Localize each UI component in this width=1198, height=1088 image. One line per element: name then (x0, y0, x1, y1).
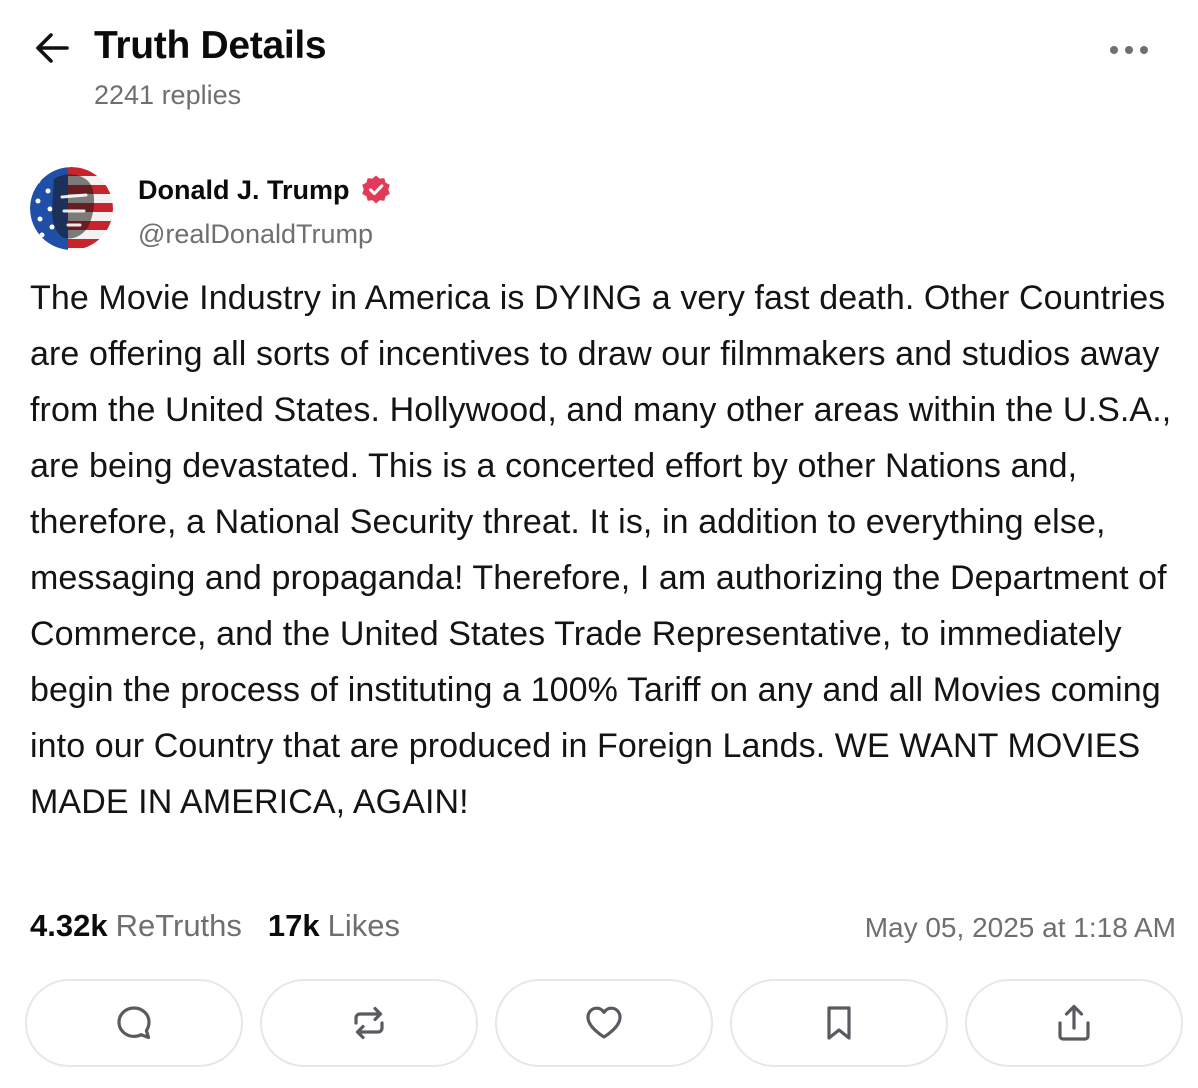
author-name: Donald J. Trump (138, 175, 350, 205)
verified-badge-icon (361, 175, 390, 204)
share-button[interactable] (965, 979, 1183, 1067)
post-text: The Movie Industry in America is DYING a… (30, 279, 1172, 821)
retruths-count: 4.32k (30, 908, 108, 943)
arrow-left-icon (36, 33, 69, 63)
more-options-button[interactable] (1104, 32, 1154, 68)
back-button[interactable] (30, 26, 74, 70)
reply-count: 2241 replies (94, 80, 242, 110)
reply-button[interactable] (25, 979, 243, 1067)
avatar-flag-portrait-image (30, 167, 113, 250)
header: Truth Details 2241 replies (0, 0, 1198, 130)
like-button[interactable] (495, 979, 713, 1067)
post-stats: 4.32k ReTruths 17k Likes (30, 906, 400, 946)
retruth-button[interactable] (260, 979, 478, 1067)
post-timestamp: May 05, 2025 at 1:18 AM (864, 912, 1176, 943)
author-handle[interactable]: @realDonaldTrump (138, 217, 373, 251)
bookmark-button[interactable] (730, 979, 948, 1067)
page-title: Truth Details (94, 24, 327, 67)
author-name-row[interactable]: Donald J. Trump (138, 173, 392, 207)
more-horizontal-icon (1110, 46, 1148, 54)
heart-icon (586, 1006, 622, 1039)
share-icon (1058, 1004, 1090, 1041)
retruths-stat[interactable]: 4.32k ReTruths (30, 906, 242, 946)
reply-icon (117, 1006, 151, 1040)
retruths-label: ReTruths (115, 908, 242, 943)
likes-label: Likes (327, 908, 401, 943)
retruth-icon (354, 1006, 384, 1040)
likes-stat[interactable]: 17k Likes (268, 906, 400, 946)
bookmark-icon (827, 1006, 851, 1040)
action-bar (25, 979, 1183, 1067)
likes-count: 17k (267, 908, 320, 943)
avatar[interactable] (30, 167, 113, 250)
